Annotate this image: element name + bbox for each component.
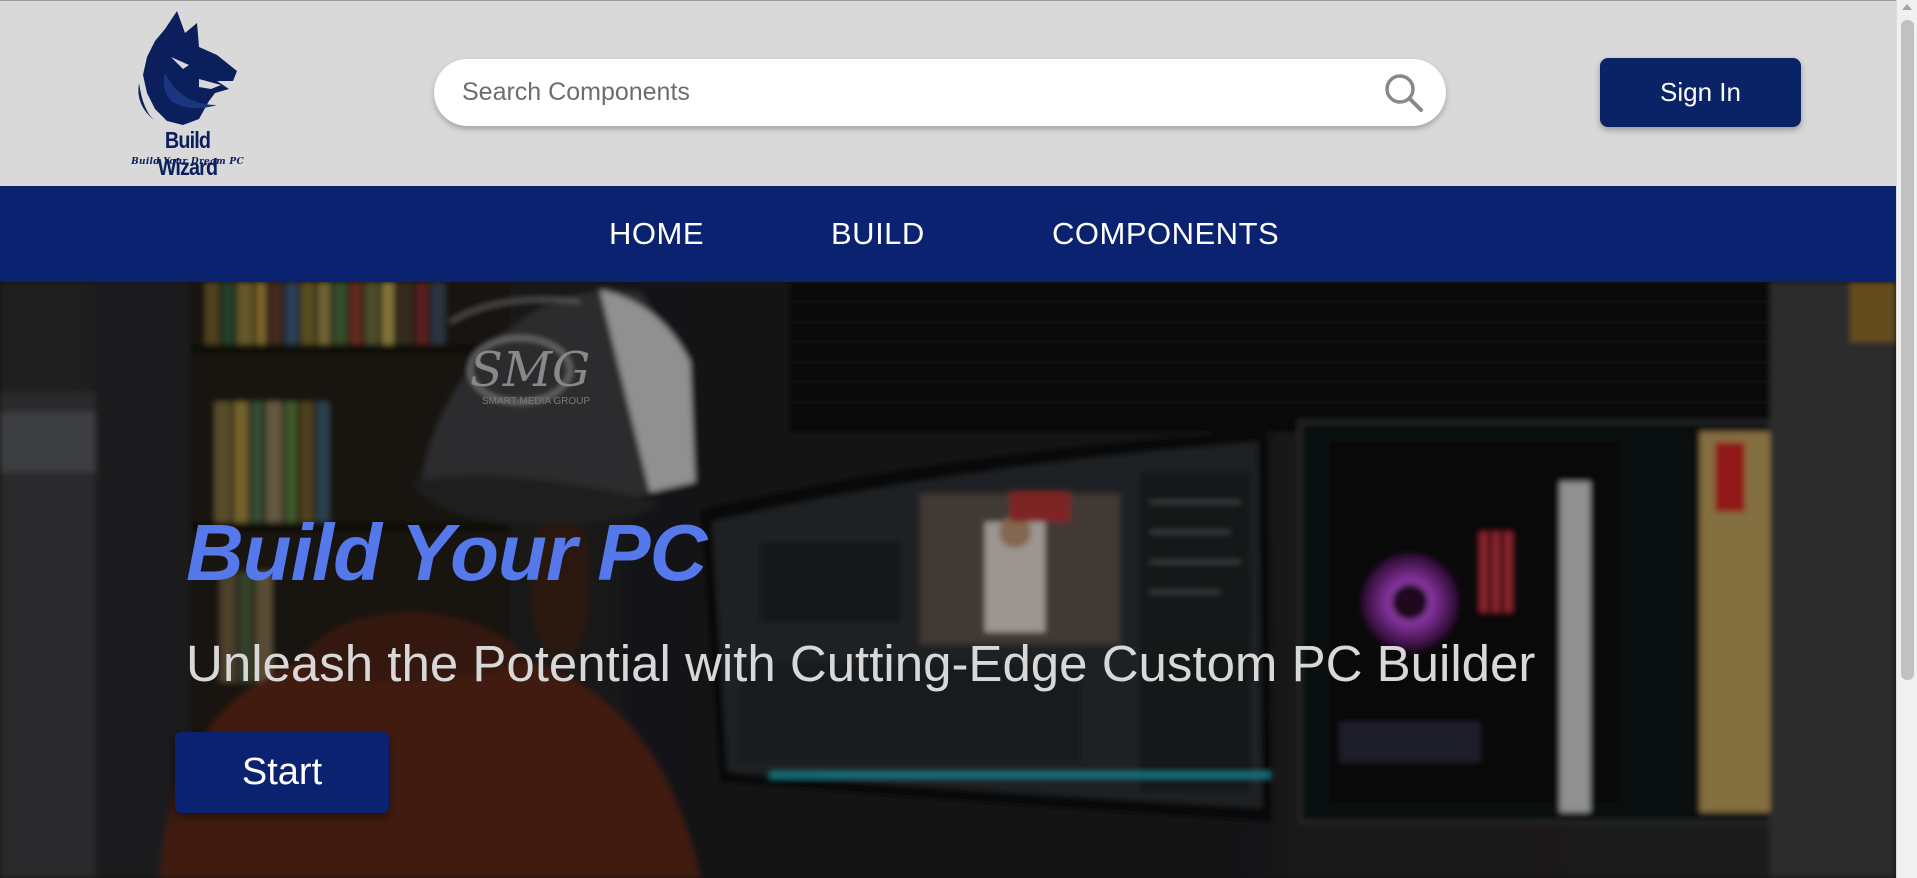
nav-item-components[interactable]: COMPONENTS <box>1052 186 1279 282</box>
hero-section: SMG SMART MEDIA GROUP Build Your PC Unle… <box>0 282 1896 878</box>
brand-name: Build Wizard <box>157 127 218 180</box>
scroll-thumb[interactable] <box>1901 20 1914 680</box>
scroll-up-arrow-icon[interactable] <box>1902 4 1912 10</box>
search-bar <box>434 59 1446 126</box>
search-icon[interactable] <box>1382 71 1426 115</box>
nav-item-home[interactable]: HOME <box>609 186 704 282</box>
sign-in-button[interactable]: Sign In <box>1600 58 1801 127</box>
hero-subtitle: Unleash the Potential with Cutting-Edge … <box>186 635 1536 692</box>
start-button[interactable]: Start <box>175 732 389 813</box>
brand-tagline: Build Your Dream PC <box>131 157 244 167</box>
page-scrollbar[interactable] <box>1896 0 1917 878</box>
main-nav: HOME BUILD COMPONENTS <box>0 186 1896 282</box>
hero-title: Build Your PC <box>186 508 707 597</box>
brand-logo[interactable]: Build Wizard Build Your Dream PC <box>125 9 250 180</box>
page: Build Wizard Build Your Dream PC Sign In… <box>0 0 1896 878</box>
nav-item-build[interactable]: BUILD <box>831 186 925 282</box>
wolf-head-icon <box>138 11 237 125</box>
site-header: Build Wizard Build Your Dream PC Sign In <box>0 0 1896 186</box>
search-input[interactable] <box>462 59 1362 126</box>
